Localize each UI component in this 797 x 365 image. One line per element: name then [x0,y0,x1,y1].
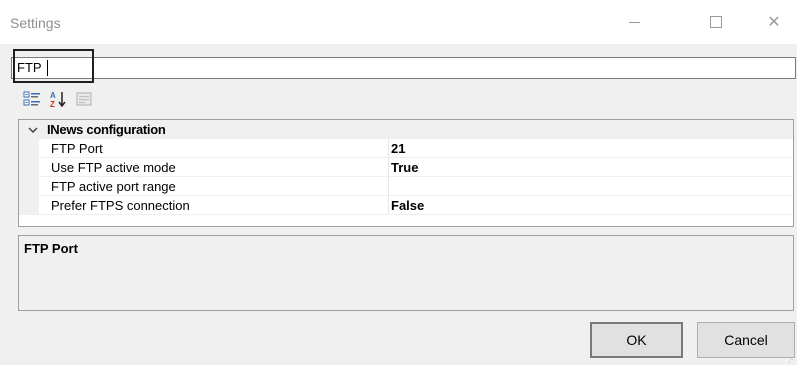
property-name: FTP Port [51,141,103,156]
categorized-button[interactable] [22,89,42,109]
category-label: INews configuration [47,122,166,137]
resize-grip-icon[interactable]: ⋰ [788,355,796,364]
property-pages-button[interactable] [74,89,94,109]
cancel-button[interactable]: Cancel [697,322,795,358]
minimize-icon [628,21,640,23]
minimize-button[interactable] [611,0,657,44]
ok-button[interactable]: OK [590,322,683,358]
property-row[interactable]: FTP Port 21 [19,139,793,158]
property-name: Use FTP active mode [51,160,176,175]
property-row[interactable]: Prefer FTPS connection False [19,196,793,215]
svg-text:A: A [50,91,56,100]
description-panel: FTP Port [18,235,794,311]
property-toolbar: A Z [22,89,94,111]
category-row[interactable]: INews configuration [19,120,793,139]
property-value[interactable]: 21 [391,141,405,156]
property-value[interactable]: True [391,160,418,175]
property-row[interactable]: FTP active port range [19,177,793,196]
description-title: FTP Port [24,241,78,256]
chevron-down-icon[interactable] [19,123,47,137]
property-value[interactable]: False [391,198,424,213]
svg-text:Z: Z [50,100,55,108]
close-icon: ✕ [767,14,781,31]
property-grid: INews configuration FTP Port 21 Use FTP … [18,119,794,227]
window-title: Settings [10,15,61,31]
alphabetical-button[interactable]: A Z [48,89,68,109]
title-bar: Settings ✕ [0,0,797,44]
search-input[interactable]: FTP [11,57,796,79]
highlight-frame [13,49,94,83]
alphabetical-sort-icon: A Z [50,91,66,108]
maximize-icon [710,16,722,28]
property-name: FTP active port range [51,179,176,194]
property-pages-icon [76,92,92,106]
property-name: Prefer FTPS connection [51,198,190,213]
property-row[interactable]: Use FTP active mode True [19,158,793,177]
close-button[interactable]: ✕ [751,0,797,44]
categorized-icon [23,91,40,106]
maximize-button[interactable] [693,0,739,44]
